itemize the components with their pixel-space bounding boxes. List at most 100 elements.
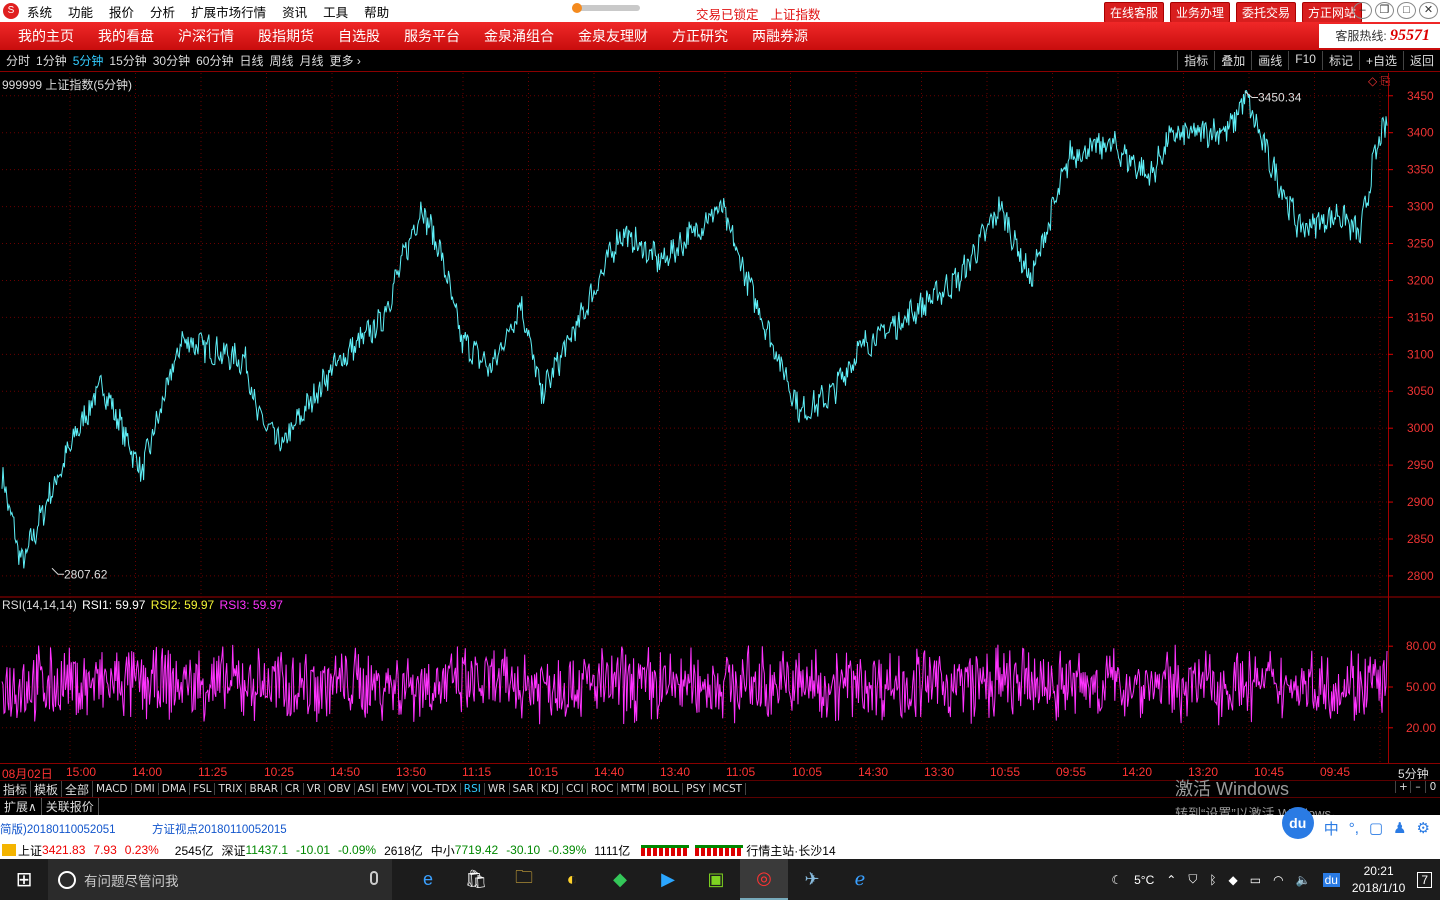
tool-overlay[interactable]: 叠加	[1214, 51, 1251, 70]
period-tick[interactable]: 分时	[6, 52, 30, 69]
tray-app-icon[interactable]: ◆	[1229, 873, 1238, 887]
transparency-slider[interactable]	[572, 3, 640, 13]
expand-button[interactable]: 扩展∧	[0, 797, 42, 815]
chart-option-icon[interactable]: ◇ ⎘	[1368, 74, 1390, 89]
tool-add-watchlist[interactable]: +自选	[1358, 51, 1403, 70]
indicator-tab-brar[interactable]: BRAR	[246, 783, 283, 795]
tray-chevron-icon[interactable]: ⌃	[1166, 873, 1176, 887]
period-60m[interactable]: 60分钟	[196, 52, 233, 69]
nav-watchlist[interactable]: 自选股	[338, 26, 380, 46]
chart-area[interactable]: 3450 3400 3350 3300 3250 3200 3150 3100 3050 3000…	[0, 73, 1440, 763]
menu-item-analysis[interactable]: 分析	[150, 2, 175, 21]
status-bar-icon[interactable]	[2, 844, 16, 856]
indicator-tab-全部[interactable]: 全部	[62, 780, 94, 798]
nav-home[interactable]: 我的主页	[18, 26, 74, 46]
battery-icon[interactable]: ▭	[1250, 873, 1261, 887]
ime-du-icon[interactable]: du	[1322, 872, 1340, 887]
period-30m[interactable]: 30分钟	[153, 52, 190, 69]
tool-draw[interactable]: 画线	[1251, 51, 1288, 70]
news-item-2[interactable]: 方证视点20180110052015	[152, 821, 287, 837]
nav-margin[interactable]: 两融券源	[752, 26, 808, 46]
indicator-tab-wr[interactable]: WR	[485, 783, 510, 795]
news-item-1[interactable]: 简版)20180110052051	[0, 821, 116, 837]
menu-item-quote[interactable]: 报价	[109, 2, 134, 21]
indicator-control-button[interactable]: –	[1410, 781, 1425, 793]
indicator-tab-macd[interactable]: MACD	[93, 783, 132, 795]
ime-chinese-icon[interactable]: 中	[1324, 818, 1339, 839]
store-icon[interactable]: 🛍	[452, 859, 500, 900]
windows-start-icon[interactable]: ⊞	[0, 859, 48, 900]
period-15m[interactable]: 15分钟	[109, 52, 146, 69]
menu-item-ext-market[interactable]: 扩展市场行情	[191, 2, 266, 21]
indicator-tab-trix[interactable]: TRIX	[215, 783, 247, 795]
menu-item-system[interactable]: 系统	[27, 2, 52, 21]
indicator-tab-模板[interactable]: 模板	[31, 780, 63, 798]
weather-moon-icon[interactable]: ☾	[1111, 873, 1122, 887]
online-service-button[interactable]: 在线客服	[1103, 2, 1164, 23]
notification-icon[interactable]: 7	[1417, 871, 1432, 888]
period-month[interactable]: 月线	[300, 52, 324, 69]
cortana-search-box[interactable]: 有问题尽管问我	[48, 859, 392, 900]
indicator-tab-fsl[interactable]: FSL	[190, 783, 216, 795]
zx-label[interactable]: 中小	[431, 842, 455, 859]
indicator-tab-sar[interactable]: SAR	[510, 783, 538, 795]
shield-icon[interactable]: ⛉	[1188, 872, 1197, 887]
green-app-icon[interactable]: ◆	[596, 859, 644, 900]
restore-icon[interactable]: ❐	[1375, 2, 1394, 19]
menu-item-help[interactable]: 帮助	[364, 2, 389, 21]
indicator-tab-dmi[interactable]: DMI	[132, 783, 159, 795]
minimize-icon[interactable]: –	[1353, 2, 1372, 19]
business-button[interactable]: 业务办理	[1169, 2, 1230, 23]
ime-punct-icon[interactable]: °,	[1349, 820, 1359, 837]
indicator-tab-asi[interactable]: ASI	[355, 783, 379, 795]
indicator-tab-rsi[interactable]: RSI	[461, 783, 485, 795]
iqiyi-icon[interactable]: ▣	[692, 859, 740, 900]
period-1m[interactable]: 1分钟	[36, 52, 67, 69]
menu-item-info[interactable]: 资讯	[282, 2, 307, 21]
bluetooth-icon[interactable]: ᛒ	[1209, 873, 1216, 887]
file-explorer-icon[interactable]: 🗀	[500, 859, 548, 900]
menu-item-tools[interactable]: 工具	[323, 2, 348, 21]
tool-mark[interactable]: 标记	[1321, 51, 1359, 70]
indicator-tab-vr[interactable]: VR	[304, 783, 326, 795]
indicator-tab-cr[interactable]: CR	[282, 783, 304, 795]
nav-wealth[interactable]: 金泉友理财	[578, 26, 648, 46]
browser-360-icon[interactable]: ◐	[548, 859, 596, 900]
trade-button[interactable]: 委托交易	[1235, 2, 1296, 23]
indicator-tab-mcst[interactable]: MCST	[710, 783, 747, 795]
nav-service[interactable]: 服务平台	[404, 26, 460, 46]
nav-portfolio[interactable]: 金泉涌组合	[484, 26, 554, 46]
tool-f10[interactable]: F10	[1288, 51, 1322, 70]
microphone-icon[interactable]	[370, 871, 378, 885]
slider-handle[interactable]	[572, 3, 582, 13]
period-day[interactable]: 日线	[239, 52, 263, 69]
nav-my-board[interactable]: 我的看盘	[98, 26, 154, 46]
tool-indicator[interactable]: 指标	[1177, 51, 1214, 70]
ie-icon[interactable]: ℯ	[836, 859, 884, 900]
network-app-icon[interactable]: ✈	[788, 859, 836, 900]
wifi-icon[interactable]: ◠	[1273, 873, 1283, 887]
indicator-tab-psy[interactable]: PSY	[683, 783, 710, 795]
sz-label[interactable]: 深证	[222, 842, 246, 859]
baidu-ime-icon[interactable]: du	[1281, 807, 1314, 839]
nav-market[interactable]: 沪深行情	[178, 26, 234, 46]
edge-icon[interactable]: e	[404, 859, 452, 900]
menu-item-function[interactable]: 功能	[68, 2, 93, 21]
indicator-tab-emv[interactable]: EMV	[378, 783, 409, 795]
indicator-control-button[interactable]: +	[1395, 781, 1410, 793]
related-quote-button[interactable]: 关联报价	[42, 797, 99, 815]
period-5m[interactable]: 5分钟	[73, 52, 104, 69]
maximize-icon[interactable]: □	[1397, 2, 1416, 19]
indicator-tab-指标[interactable]: 指标	[0, 780, 32, 798]
indicator-tab-obv[interactable]: OBV	[325, 783, 355, 795]
period-more[interactable]: 更多 ›	[330, 52, 361, 69]
lock-text[interactable]: 交易已锁定	[696, 8, 759, 22]
indicator-tab-roc[interactable]: ROC	[588, 783, 618, 795]
tool-back[interactable]: 返回	[1402, 51, 1440, 70]
indicator-tab-vol-tdx[interactable]: VOL-TDX	[408, 783, 461, 795]
nav-research[interactable]: 方正研究	[672, 26, 728, 46]
ime-settings-icon[interactable]: ⚙	[1417, 819, 1430, 837]
sh-label[interactable]: 上证	[18, 842, 42, 859]
volume-icon[interactable]: 🔈	[1296, 873, 1311, 887]
indicator-tab-boll[interactable]: BOLL	[649, 783, 684, 795]
